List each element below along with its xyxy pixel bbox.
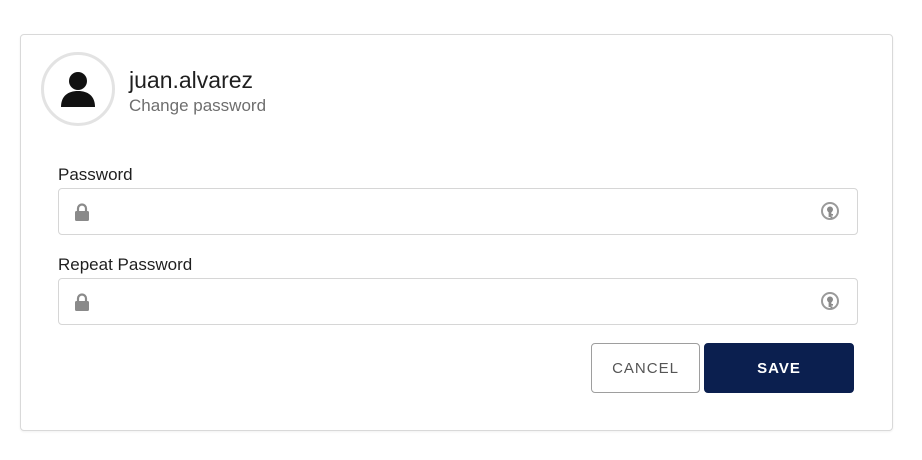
reveal-password-icon[interactable] [820,291,840,313]
lock-icon [75,293,89,311]
repeat-password-input[interactable] [103,279,803,324]
change-password-card: juan.alvarez Change password Password Re… [20,34,893,431]
lock-icon [75,203,89,221]
cancel-button[interactable]: CANCEL [591,343,700,393]
avatar [41,52,115,126]
password-input[interactable] [103,189,803,234]
reveal-password-icon[interactable] [820,201,840,223]
repeat-password-label: Repeat Password [58,255,193,274]
save-button[interactable]: SAVE [704,343,854,393]
username: juan.alvarez [129,67,254,93]
password-label: Password [58,165,133,184]
repeat-password-field [58,278,858,325]
user-silhouette-icon [61,72,95,107]
password-field [58,188,858,235]
page-subtitle: Change password [129,96,267,115]
